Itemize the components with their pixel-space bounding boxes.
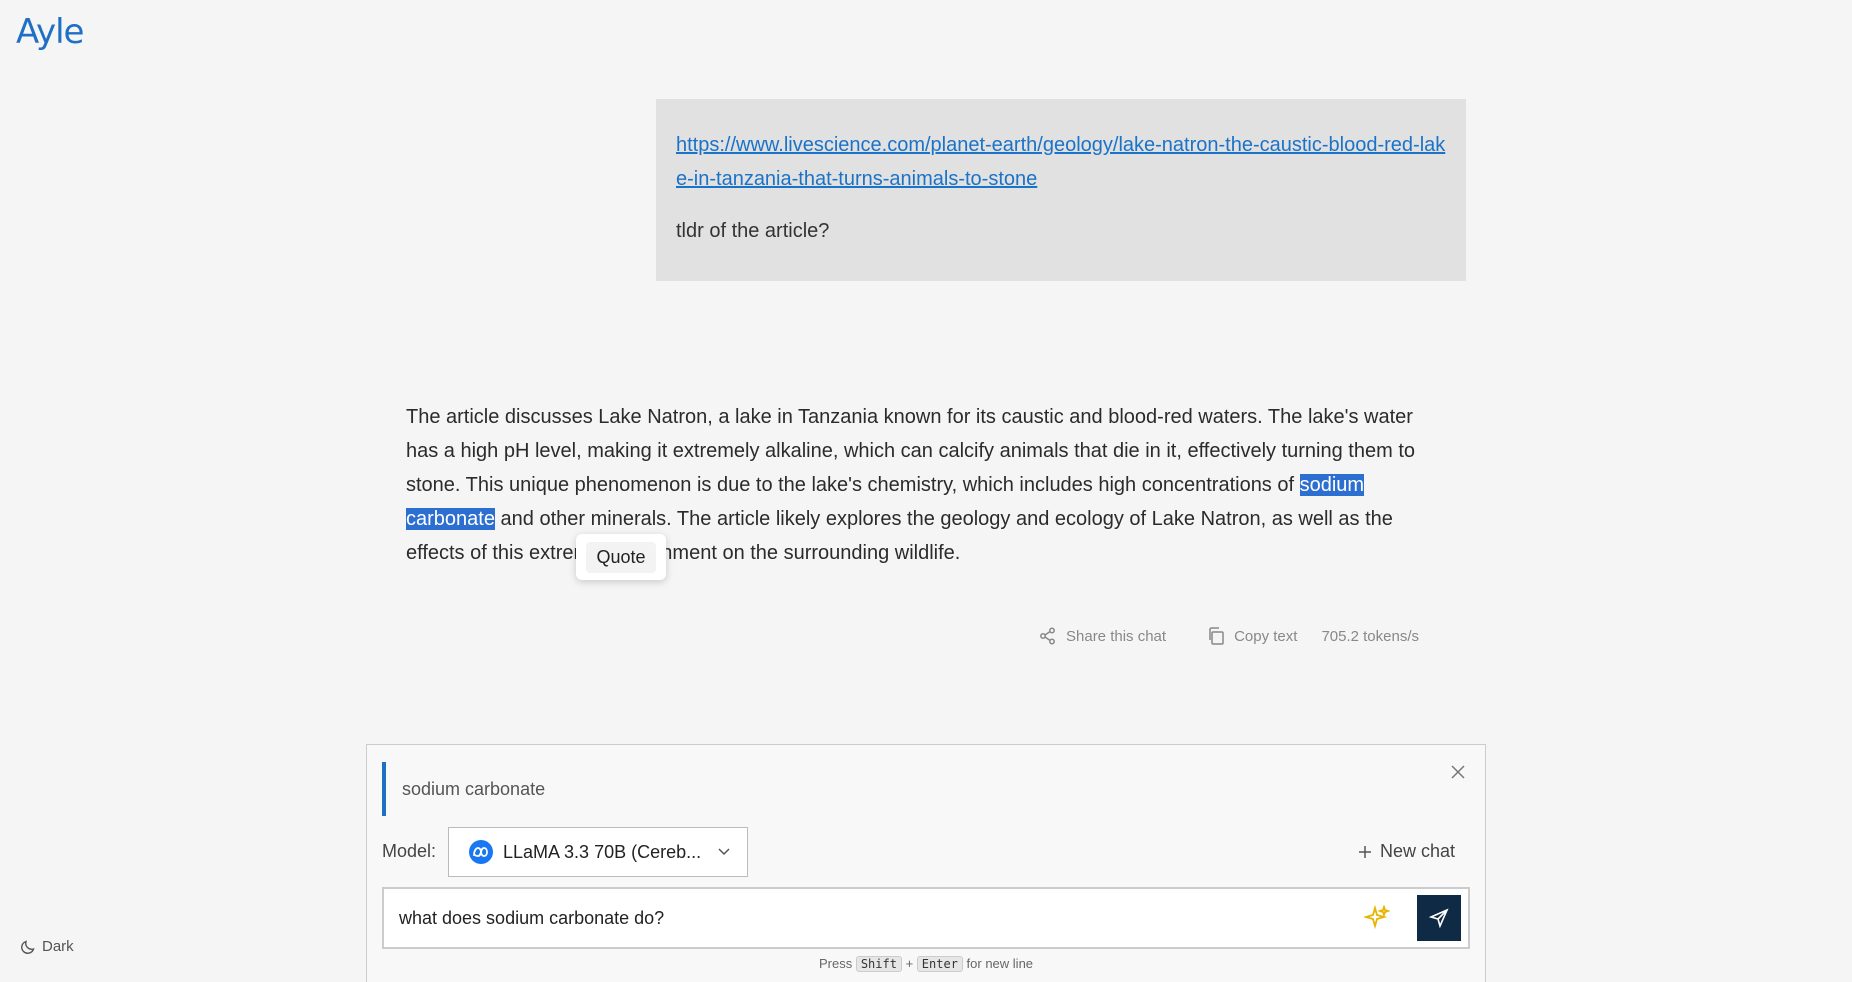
remove-quote-button[interactable] — [1447, 761, 1469, 783]
quoted-text: sodium carbonate — [402, 778, 546, 799]
enter-key: Enter — [916, 956, 963, 972]
shift-key: Shift — [855, 956, 902, 972]
copy-text-label: Copy text — [1234, 627, 1298, 645]
model-label: Model: — [382, 841, 437, 861]
user-message-text: tldr of the article? — [676, 220, 830, 242]
model-name: LLaMA 3.3 70B (Cereb... — [503, 841, 702, 862]
theme-toggle-label: Dark — [42, 938, 74, 955]
assistant-text-before: The article discusses Lake Natron, a lak… — [406, 406, 1416, 496]
plus-icon — [1358, 845, 1371, 858]
app-logo[interactable]: Ayle — [16, 12, 84, 52]
sparkle-icon[interactable] — [1364, 905, 1390, 931]
moon-icon — [21, 939, 35, 954]
copy-icon — [1209, 627, 1224, 645]
close-icon — [1451, 765, 1465, 779]
tokens-per-second: 705.2 tokens/s — [1321, 627, 1420, 645]
send-icon — [1429, 908, 1449, 928]
copy-text-button[interactable]: Copy text — [1206, 626, 1297, 646]
message-actions: Share this chat Copy text 705.2 tokens/s — [1038, 624, 1419, 648]
assistant-text-after: and other minerals. The article likely e… — [406, 508, 1393, 564]
quoted-text-block: sodium carbonate — [382, 762, 1462, 816]
message-input-box — [382, 887, 1470, 949]
chevron-down-icon — [718, 848, 730, 856]
send-button[interactable] — [1417, 895, 1461, 941]
share-chat-label: Share this chat — [1066, 627, 1167, 645]
meta-logo-icon — [469, 840, 493, 864]
selection-popup: Quote — [576, 534, 666, 580]
new-chat-button[interactable]: New chat — [1358, 841, 1455, 862]
theme-toggle[interactable]: Dark — [20, 938, 74, 955]
model-select[interactable]: LLaMA 3.3 70B (Cereb... — [448, 827, 748, 877]
message-input[interactable] — [384, 889, 1344, 947]
user-message: https://www.livescience.com/planet-earth… — [656, 99, 1466, 281]
share-icon — [1040, 627, 1055, 645]
article-link[interactable]: https://www.livescience.com/planet-earth… — [676, 128, 1446, 196]
quote-button[interactable]: Quote — [586, 541, 656, 573]
keyboard-hint: Press Shift + Enter for new line — [818, 956, 1034, 972]
share-chat-button[interactable]: Share this chat — [1038, 626, 1166, 646]
chat-composer: sodium carbonate Model: LLaMA 3.3 70B (C… — [366, 744, 1486, 982]
assistant-message: The article discusses Lake Natron, a lak… — [406, 400, 1446, 570]
new-chat-label: New chat — [1379, 841, 1455, 861]
